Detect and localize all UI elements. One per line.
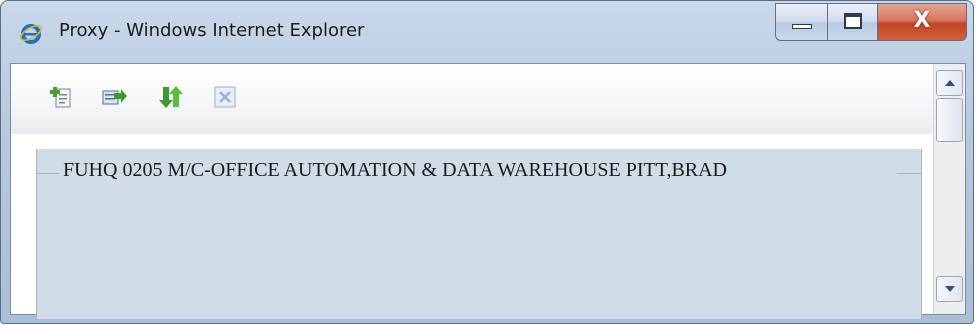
scroll-up-button[interactable]	[936, 70, 963, 96]
scroll-thumb[interactable]	[936, 98, 963, 142]
add-document-icon[interactable]	[48, 84, 74, 110]
title-bar[interactable]: Proxy - Windows Internet Explorer X	[1, 1, 973, 63]
maximize-button[interactable]	[827, 3, 878, 41]
close-button[interactable]: X	[877, 3, 967, 41]
maximize-icon	[844, 13, 862, 29]
internet-explorer-icon	[19, 21, 43, 45]
browser-window: Proxy - Windows Internet Explorer X FUHQ…	[0, 0, 974, 324]
arrow-up-icon	[945, 80, 955, 86]
window-title: Proxy - Windows Internet Explorer	[59, 20, 365, 41]
page-content-area: FUHQ 0205 M/C-OFFICE AUTOMATION & DATA W…	[10, 63, 966, 319]
toolbar	[11, 64, 934, 134]
fieldset-group: FUHQ 0205 M/C-OFFICE AUTOMATION & DATA W…	[36, 149, 922, 319]
fieldset-border-left	[37, 173, 59, 174]
fieldset-border-right	[897, 173, 921, 174]
export-icon[interactable]	[101, 84, 127, 110]
close-x-icon: X	[913, 8, 931, 33]
arrow-down-icon	[945, 286, 955, 292]
refresh-icon[interactable]	[157, 84, 183, 110]
content-panel: FUHQ 0205 M/C-OFFICE AUTOMATION & DATA W…	[11, 134, 934, 319]
fieldset-legend: FUHQ 0205 M/C-OFFICE AUTOMATION & DATA W…	[59, 159, 732, 182]
close-icon[interactable]	[212, 84, 238, 110]
minimize-button[interactable]	[775, 3, 828, 41]
minimize-icon	[792, 24, 812, 29]
scroll-down-button[interactable]	[936, 276, 963, 302]
vertical-scrollbar[interactable]	[933, 64, 965, 314]
